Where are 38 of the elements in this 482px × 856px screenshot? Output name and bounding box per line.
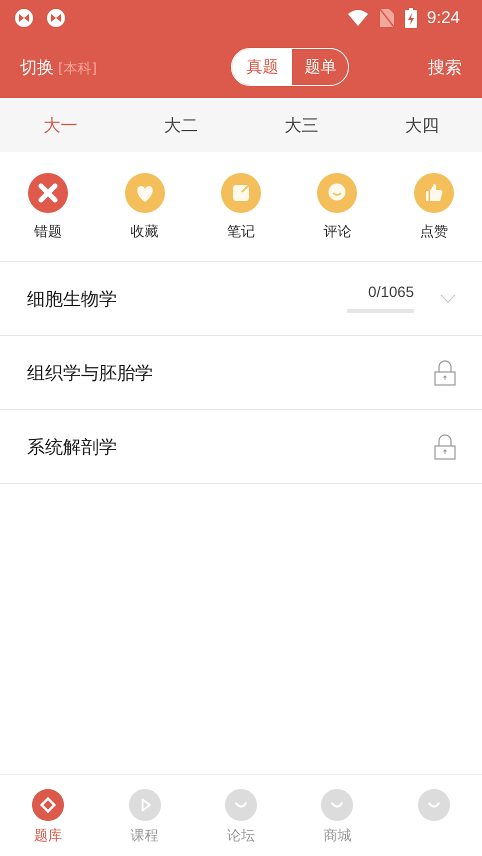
question-count: 0/1065	[368, 284, 414, 301]
subject-name: 细胞生物学	[27, 288, 118, 310]
chevron-down-icon	[440, 294, 456, 304]
smile-icon	[321, 789, 354, 821]
app-notification-icon	[14, 8, 34, 28]
status-time: 9:24	[426, 8, 460, 28]
battery-charging-icon	[404, 8, 417, 28]
play-icon	[128, 789, 161, 821]
year-tab[interactable]: 大一	[0, 98, 120, 152]
shortcut-button[interactable]: 点赞	[386, 172, 482, 240]
subject-row[interactable]: 细胞生物学 0/1065	[0, 262, 482, 336]
switch-label: 切换	[20, 56, 54, 78]
lock-icon	[434, 360, 456, 386]
level-label: [本科]	[58, 60, 97, 78]
wifi-icon	[346, 9, 369, 27]
subject-row[interactable]: 系统解剖学	[0, 410, 482, 484]
segment-control[interactable]: 真题 题单	[231, 48, 350, 86]
shortcut-button[interactable]: 收藏	[96, 172, 193, 240]
shortcut-button[interactable]: 错题	[0, 172, 96, 240]
segment-tab[interactable]: 题单	[292, 49, 348, 85]
year-tab[interactable]: 大四	[362, 98, 482, 152]
smile-icon	[225, 789, 258, 821]
subject-row[interactable]: 组织学与胚胎学	[0, 336, 482, 410]
segment-tab[interactable]: 真题	[232, 49, 292, 85]
switch-button[interactable]: 切换 [本科]	[20, 56, 97, 78]
shortcut-button[interactable]: 评论	[289, 172, 386, 240]
smile-icon	[418, 789, 450, 821]
nav-tab[interactable]: 题库	[0, 789, 96, 849]
subject-name: 组织学与胚胎学	[27, 362, 154, 384]
year-tab[interactable]: 大三	[241, 98, 362, 152]
year-tab[interactable]: 大二	[120, 98, 241, 152]
question-bank-icon	[32, 789, 64, 821]
subject-name: 系统解剖学	[27, 436, 118, 458]
app-notification-icon	[46, 8, 66, 28]
no-sim-icon	[378, 8, 395, 28]
shortcut-button[interactable]: 笔记	[192, 172, 290, 240]
lock-icon	[434, 434, 456, 460]
search-button[interactable]: 搜索	[428, 56, 462, 78]
